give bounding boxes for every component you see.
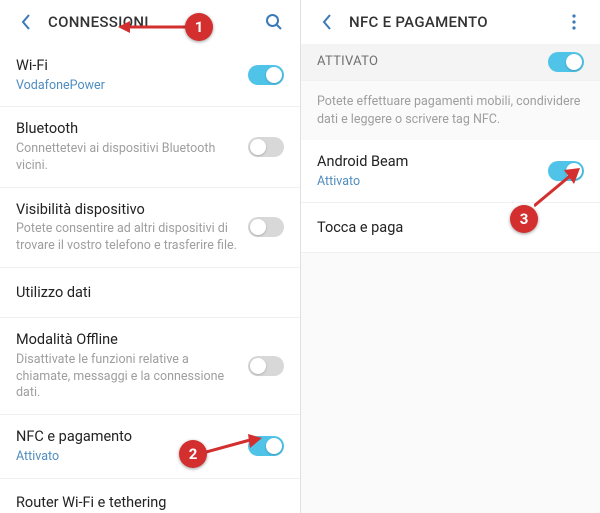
row-bluetooth[interactable]: Bluetooth Connettetevi ai dispositivi Bl… [0, 107, 300, 187]
row-offline-mode[interactable]: Modalità Offline Disattivate le funzioni… [0, 318, 300, 415]
callout-3: 3 [510, 205, 538, 233]
toggle-nfc-enabled[interactable] [548, 52, 584, 72]
section-label: ATTIVATO [317, 53, 538, 71]
page-title: CONNESSIONI [48, 13, 264, 31]
row-label: Utilizzo dati [16, 283, 274, 303]
more-icon[interactable] [564, 12, 584, 32]
back-icon[interactable] [317, 12, 337, 32]
toggle-nfc[interactable] [248, 436, 284, 456]
info-text-row: Potete effettuare pagamenti mobili, cond… [301, 81, 600, 140]
row-sub: Connettetevi ai dispositivi Bluetooth vi… [16, 141, 238, 175]
header-right: NFC E PAGAMENTO [301, 0, 600, 44]
callout-1: 1 [185, 13, 213, 41]
settings-list-left: Wi-Fi VodafonePower Bluetooth Connettete… [0, 44, 300, 513]
back-icon[interactable] [16, 12, 36, 32]
row-touch-pay[interactable]: Tocca e paga [301, 203, 600, 253]
toggle-visibility[interactable] [248, 217, 284, 237]
row-label: Wi-Fi [16, 56, 238, 76]
toggle-wifi[interactable] [248, 65, 284, 85]
search-icon[interactable] [264, 12, 284, 32]
row-sub: VodafonePower [16, 78, 238, 95]
info-text: Potete effettuare pagamenti mobili, cond… [317, 93, 584, 128]
callout-2: 2 [179, 440, 207, 468]
row-sub: Attivato [317, 174, 538, 191]
header-left: CONNESSIONI [0, 0, 300, 44]
row-label: Modalità Offline [16, 330, 238, 350]
row-android-beam[interactable]: Android Beam Attivato [301, 140, 600, 203]
section-enabled: ATTIVATO [301, 44, 600, 81]
row-wifi[interactable]: Wi-Fi VodafonePower [0, 44, 300, 107]
row-label: NFC e pagamento [16, 427, 238, 447]
screen-connections: CONNESSIONI Wi-Fi VodafonePower Bluetoot… [0, 0, 300, 513]
settings-list-right: ATTIVATO Potete effettuare pagamenti mob… [301, 44, 600, 253]
row-nfc-payment[interactable]: NFC e pagamento Attivato [0, 415, 300, 478]
row-label: Bluetooth [16, 119, 238, 139]
row-label: Router Wi-Fi e tethering [16, 493, 274, 513]
screen-nfc-payment: NFC E PAGAMENTO ATTIVATO Potete effettua… [300, 0, 600, 513]
row-sub: Disattivate le funzioni relative a chiam… [16, 352, 238, 403]
page-title: NFC E PAGAMENTO [349, 13, 564, 31]
toggle-offline[interactable] [248, 356, 284, 376]
row-router-tethering[interactable]: Router Wi-Fi e tethering [0, 479, 300, 513]
toggle-android-beam[interactable] [548, 161, 584, 181]
row-label: Visibilità dispositivo [16, 200, 238, 220]
row-device-visibility[interactable]: Visibilità dispositivo Potete consentire… [0, 188, 300, 268]
row-label: Android Beam [317, 152, 538, 172]
row-sub: Potete consentire ad altri dispositivi d… [16, 221, 238, 255]
toggle-bluetooth[interactable] [248, 137, 284, 157]
row-data-usage[interactable]: Utilizzo dati [0, 268, 300, 318]
